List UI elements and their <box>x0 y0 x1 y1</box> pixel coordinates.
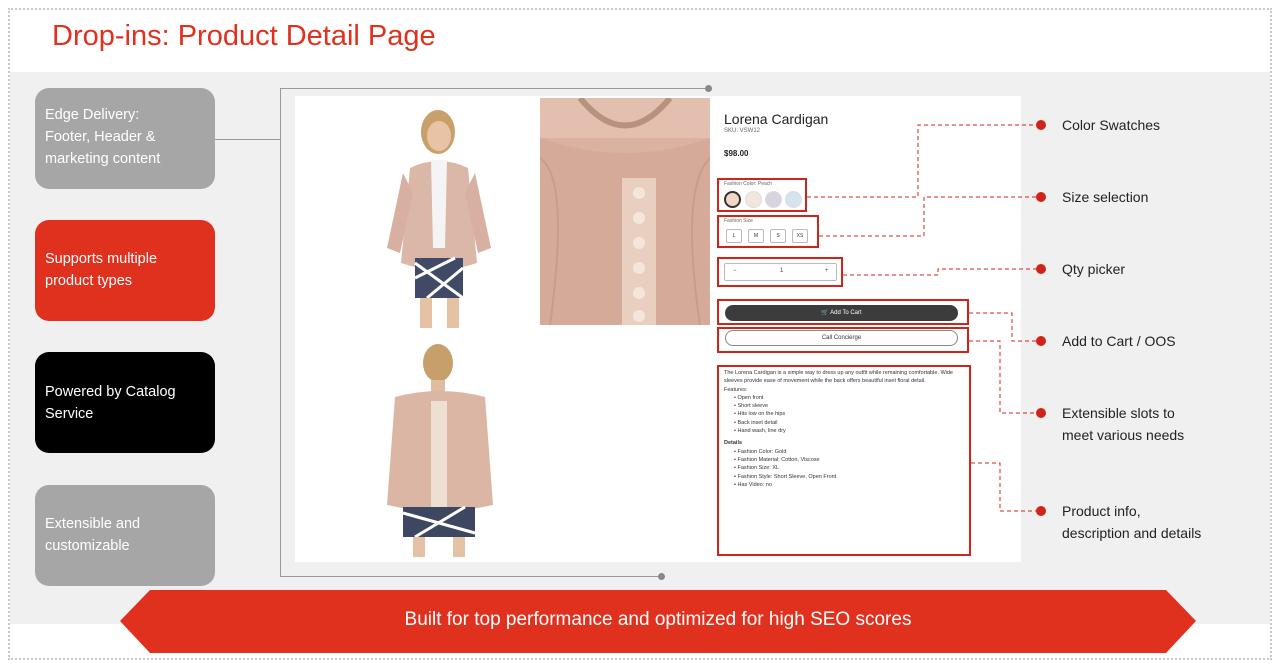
pill-line: Powered by Catalog <box>45 384 176 400</box>
callout-color-swatches: Color Swatches <box>1062 114 1160 136</box>
product-photo-detail <box>540 98 710 325</box>
bracket-top-dot <box>705 85 712 92</box>
pill-line: marketing content <box>45 151 161 167</box>
pill-line: Supports multiple <box>45 251 158 267</box>
pill-line: Footer, Header & <box>45 129 156 145</box>
bracket-bottom <box>281 576 661 577</box>
product-name: Lorena Cardigan <box>724 111 829 127</box>
highlight-add-to-cart <box>717 299 969 325</box>
callout-line: Size selection <box>1062 189 1149 205</box>
pill-line: Edge Delivery: <box>45 107 140 123</box>
callout-size-selection: Size selection <box>1062 186 1148 208</box>
callout-add-to-cart: Add to Cart / OOS <box>1062 330 1176 352</box>
highlight-swatches <box>717 178 807 212</box>
pill-catalog-service: Powered by Catalog Service <box>35 352 215 453</box>
banner-text: Built for top performance and optimized … <box>404 609 912 630</box>
callout-line: Add to Cart / OOS <box>1062 333 1176 349</box>
page-title: Drop-ins: Product Detail Page <box>52 20 436 52</box>
callout-line: description and details <box>1062 525 1202 541</box>
callout-extensible-slots: Extensible slots to meet various needs <box>1062 402 1184 446</box>
callout-qty-picker: Qty picker <box>1062 258 1125 280</box>
pill-edge-delivery: Edge Delivery: Footer, Header & marketin… <box>35 88 215 189</box>
highlight-qty <box>717 257 843 287</box>
pill-extensible: Extensible and customizable <box>35 485 215 586</box>
highlight-product-info <box>717 365 971 556</box>
product-photo-front <box>355 98 515 328</box>
pill-line: product types <box>45 273 133 289</box>
bracket-top <box>281 88 709 89</box>
callout-line: Color Swatches <box>1062 117 1161 133</box>
bracket-bottom-dot <box>658 573 665 580</box>
product-price: $98.00 <box>724 149 749 158</box>
pill-product-types: Supports multiple product types <box>35 220 215 321</box>
pill-line: Service <box>45 406 94 422</box>
callout-line: Product info, <box>1062 503 1141 519</box>
callout-line: Qty picker <box>1062 261 1126 277</box>
product-sku: SKU: VSW12 <box>724 128 761 134</box>
callout-line: Extensible slots to <box>1062 405 1175 421</box>
edge-connector-line <box>215 139 280 140</box>
pill-line: customizable <box>45 538 130 554</box>
pill-line: Extensible and <box>45 516 141 532</box>
callout-line: meet various needs <box>1062 427 1185 443</box>
product-photo-back <box>385 335 495 557</box>
highlight-concierge <box>717 327 969 353</box>
highlight-sizes <box>717 215 819 248</box>
callout-product-info: Product info, description and details <box>1062 500 1201 544</box>
